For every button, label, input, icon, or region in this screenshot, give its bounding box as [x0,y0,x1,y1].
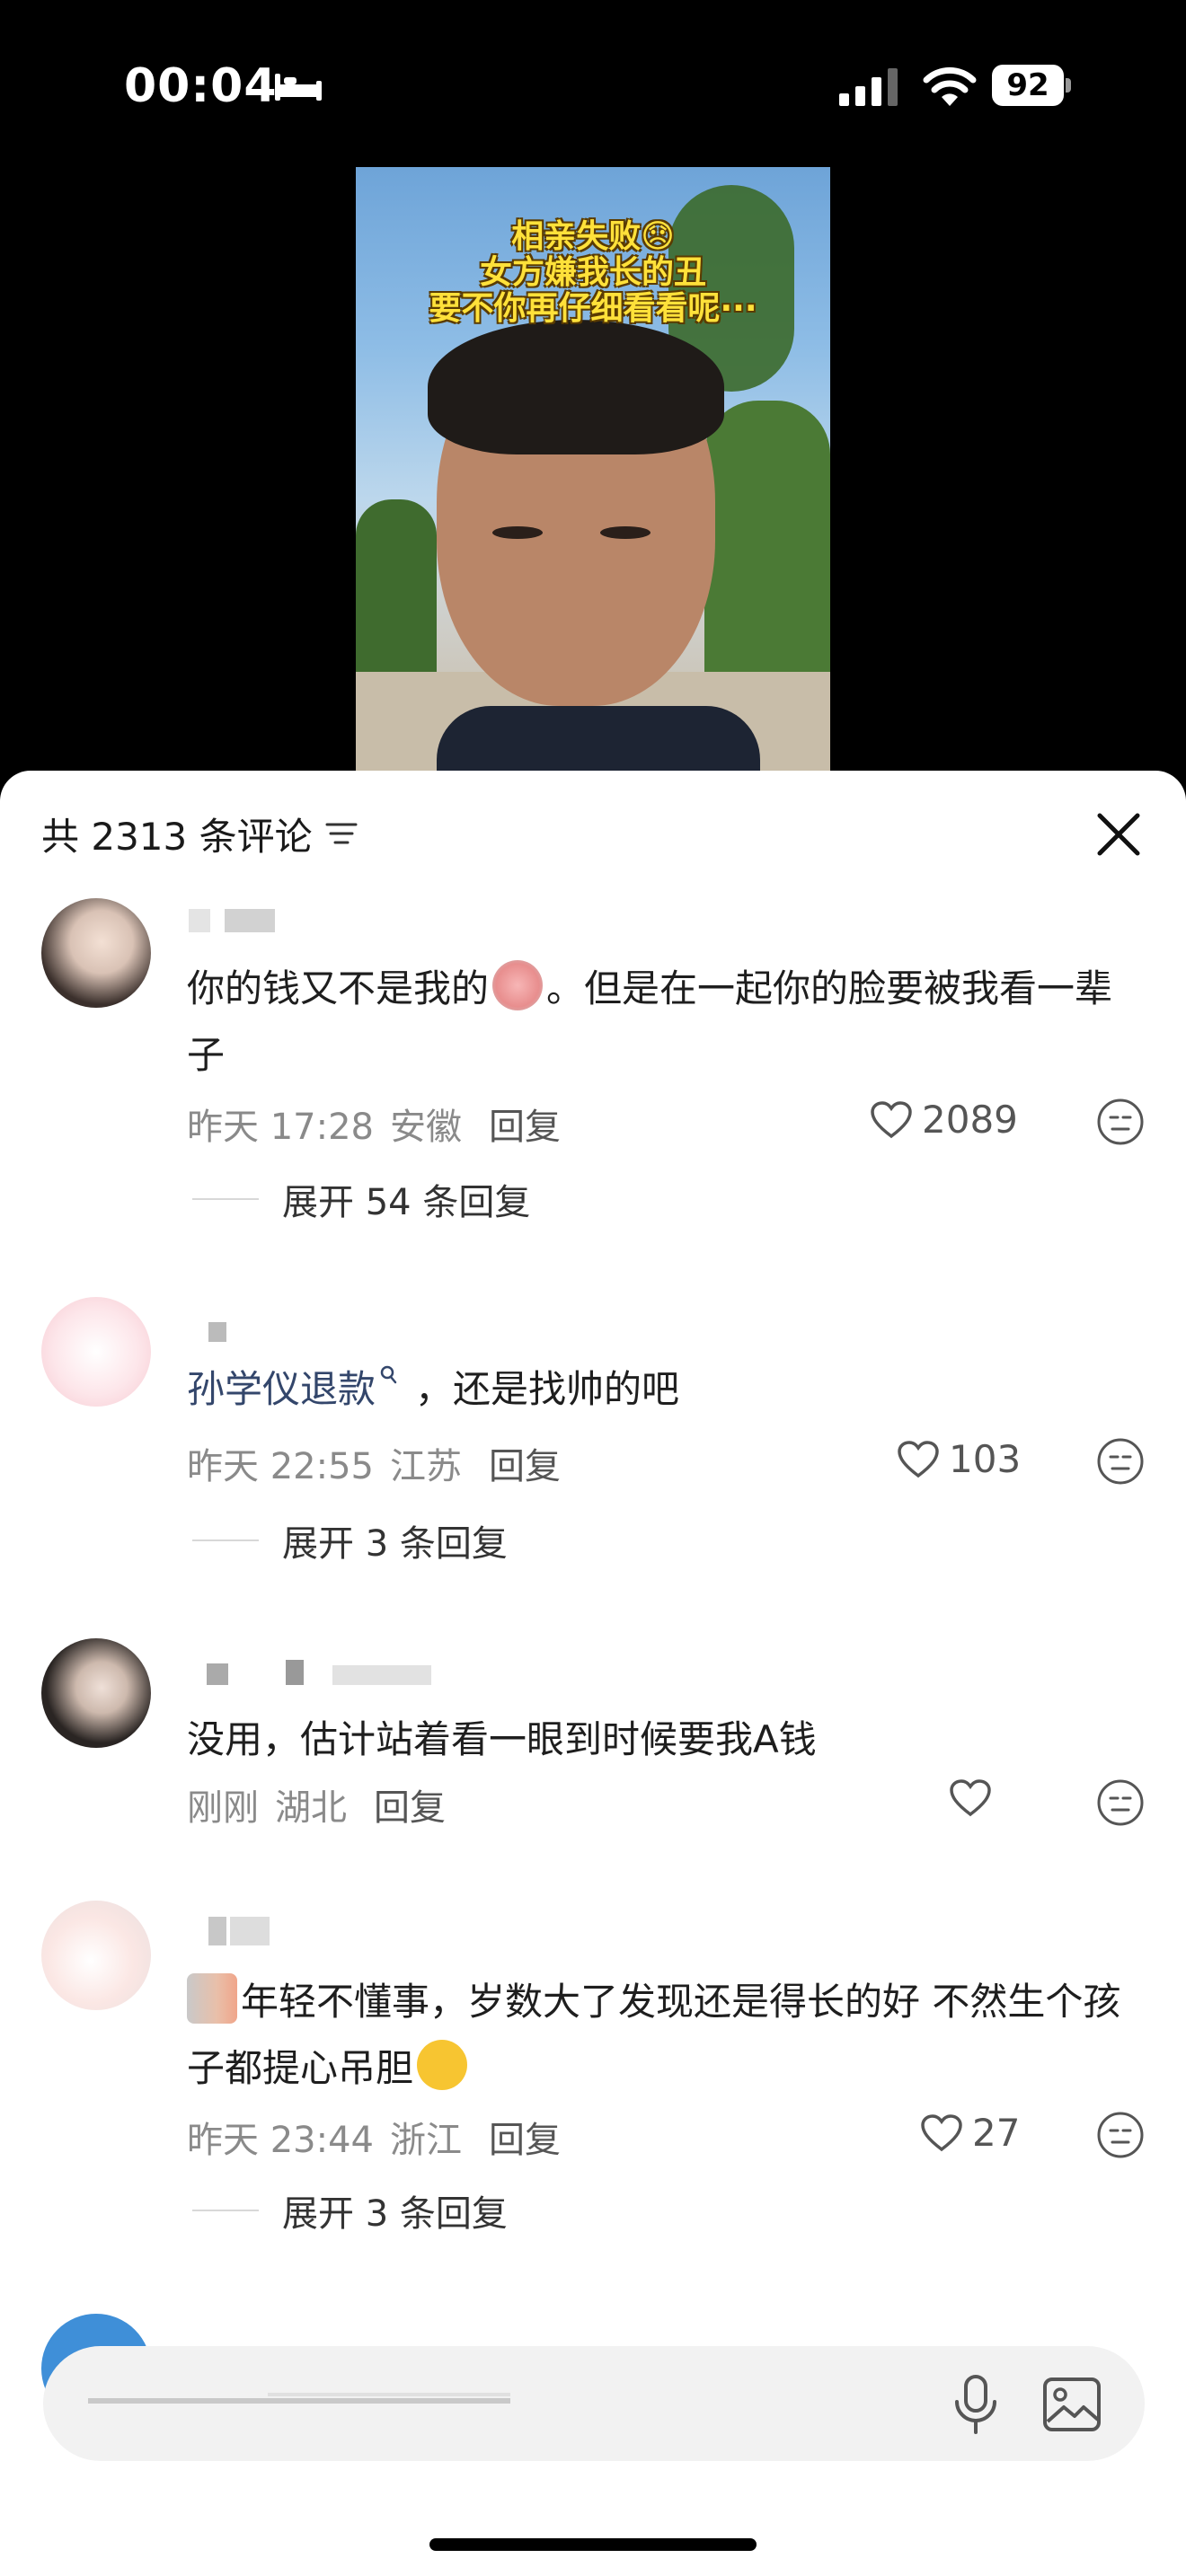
expand-replies-label: 展开 3 条回复 [282,1523,508,1565]
comment-time: 昨天 17:28 [187,1107,374,1148]
close-icon[interactable] [1094,810,1143,859]
comment-time: 昨天 23:44 [187,2120,374,2161]
comment-location: 江苏 [390,1446,462,1487]
like-count: 2089 [922,1098,1018,1142]
comment-meta: 昨天 17:28 安徽 回复 [187,1098,561,1150]
worried-face-emoji-icon [417,2040,468,2090]
comment-text: 你的钱又不是我的 。但是在一起你的脸要被我看一辈子 [187,956,1148,1089]
avatar[interactable] [41,1297,151,1407]
like-button[interactable] [949,1778,1001,1818]
heart-icon [871,1100,912,1138]
like-button[interactable]: 103 [897,1437,1021,1481]
emoji-reaction-icon[interactable] [1096,2111,1145,2159]
battery-indicator: 92 [992,65,1071,108]
reply-button[interactable]: 回复 [374,1778,446,1831]
cellular-signal-icon [839,68,898,106]
expand-replies-label: 展开 54 条回复 [282,1182,531,1223]
sticker-emoji-icon [187,1973,237,2024]
reply-button[interactable]: 回复 [489,2111,561,2163]
comment-meta: 刚刚 湖北 回复 [187,1778,446,1831]
home-indicator[interactable] [429,2538,757,2551]
sort-filter-icon[interactable] [323,817,359,850]
heart-icon [950,1779,991,1817]
reply-button[interactable]: 回复 [489,1098,561,1150]
emoji-reaction-icon[interactable] [1096,1778,1145,1827]
status-bar: 00:04 92 [0,0,1186,171]
sleep-focus-icon [275,74,322,101]
comment-time: 刚刚 [187,1787,259,1829]
image-icon[interactable] [1042,2377,1102,2432]
wifi-icon [923,66,977,106]
expand-replies-button[interactable]: 展开 3 条回复 [192,2184,508,2236]
comment-count-title: 共 2313 条评论 [41,814,313,859]
search-icon[interactable] [379,1364,399,1389]
avatar[interactable] [41,1638,151,1748]
comment-text: 没用，估计站着看一眼到时候要我A钱 [187,1717,817,1761]
expand-replies-button[interactable]: 展开 54 条回复 [192,1173,530,1225]
comment-input[interactable] [43,2346,1145,2461]
heart-icon [921,2113,962,2151]
emoji-reaction-icon[interactable] [1096,1437,1145,1486]
comment-meta: 昨天 22:55 江苏 回复 [187,1437,561,1489]
search-keyword-link[interactable]: 孙学仪退款 [187,1367,376,1411]
comment-location: 湖北 [275,1787,347,1829]
like-button[interactable]: 2089 [870,1098,1018,1142]
comment-text: 孙学仪退款 ，还是找帅的吧 [187,1356,1148,1423]
battery-level: 92 [992,65,1064,106]
clock: 00:04 [124,59,278,113]
comment-time: 昨天 22:55 [187,1446,374,1487]
comment-location: 浙江 [390,2120,462,2161]
emoji-reaction-icon[interactable] [1096,1098,1145,1146]
avatar[interactable] [41,1901,151,2010]
like-count: 103 [949,1437,1022,1481]
comment-count-header[interactable]: 共 2313 条评论 [41,808,359,859]
input-placeholder-redacted [88,2393,510,2404]
comment-meta: 昨天 23:44 浙江 回复 [187,2111,561,2163]
sticker-emoji-icon [492,960,544,1010]
like-count: 27 [972,2111,1021,2155]
expand-replies-label: 展开 3 条回复 [282,2193,508,2235]
avatar[interactable] [41,898,151,1008]
comment-sheet: 共 2313 条评论 你的钱又不是我的 。但是在一起你的脸要被我看一辈子 昨天 1… [0,771,1186,2576]
comment-location: 安徽 [390,1107,462,1148]
heart-icon [898,1440,939,1478]
microphone-icon[interactable] [949,2373,1003,2436]
expand-replies-button[interactable]: 展开 3 条回复 [192,1514,508,1566]
like-button[interactable]: 27 [920,2111,1020,2155]
comment-text: 年轻不懂事，岁数大了发现还是得长的好 不然生个孩子都提心吊胆 [187,1969,1148,2102]
video-player[interactable]: 相亲失败😞 女方嫌我长的丑 要不你再仔细看看呢··· [356,167,830,771]
video-caption: 相亲失败😞 女方嫌我长的丑 要不你再仔细看看呢··· [429,218,757,327]
reply-button[interactable]: 回复 [489,1437,561,1489]
